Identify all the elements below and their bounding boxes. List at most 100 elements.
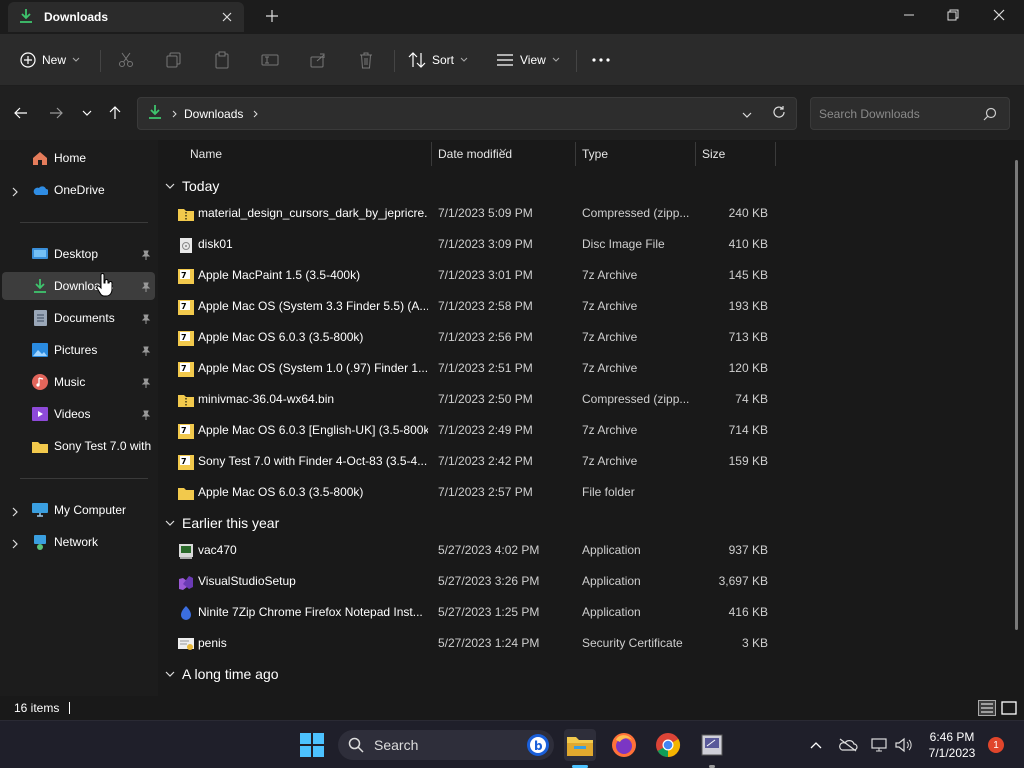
table-row[interactable]: 7 Sony Test 7.0 with Finder 4-Oct-83 (3.…: [160, 447, 780, 478]
start-button[interactable]: [296, 729, 328, 761]
7z-archive-icon: 7: [178, 455, 194, 470]
emulator-taskbar-button[interactable]: [696, 729, 728, 761]
more-options-icon[interactable]: [589, 48, 613, 72]
pin-icon: [141, 409, 151, 420]
group-header-a-long-time-ago[interactable]: A long time ago: [164, 662, 279, 686]
column-divider[interactable]: [695, 142, 696, 166]
divider: [394, 50, 395, 72]
new-tab-button[interactable]: [262, 6, 282, 26]
file-size: 193 KB: [728, 299, 768, 313]
network-status-icon[interactable]: [870, 735, 890, 755]
search-icon: [348, 737, 364, 753]
view-button[interactable]: View: [496, 46, 560, 74]
firefox-icon: [612, 733, 636, 757]
address-history-chevron-icon[interactable]: [742, 108, 752, 122]
sidebar-item-label: Sony Test 7.0 with F: [54, 439, 155, 453]
address-bar[interactable]: Downloads: [137, 97, 797, 130]
firefox-taskbar-button[interactable]: [608, 729, 640, 761]
vertical-scrollbar[interactable]: [1015, 160, 1018, 630]
sidebar-item-documents[interactable]: Documents: [2, 304, 155, 332]
new-button[interactable]: New: [20, 46, 80, 74]
close-tab-icon[interactable]: [218, 8, 236, 26]
table-row[interactable]: Apple Mac OS 6.0.3 (3.5-800k) 7/1/2023 2…: [160, 478, 780, 509]
column-label: Name: [190, 147, 223, 161]
sidebar-item-pictures[interactable]: Pictures: [2, 336, 155, 364]
copy-icon[interactable]: [162, 48, 186, 72]
tab-title: Downloads: [44, 10, 109, 24]
table-row[interactable]: 7 Apple Mac OS (System 3.3 Finder 5.5) (…: [160, 292, 780, 323]
group-header-today[interactable]: Today: [164, 174, 219, 198]
expand-chevron-icon[interactable]: [12, 506, 22, 517]
column-divider[interactable]: [775, 142, 776, 166]
bing-icon: b: [526, 733, 550, 760]
group-header-earlier-this-year[interactable]: Earlier this year: [164, 511, 279, 535]
table-row[interactable]: 7 Apple MacPaint 1.5 (3.5-400k) 7/1/2023…: [160, 261, 780, 292]
column-header-size[interactable]: Size: [702, 140, 725, 168]
forward-button[interactable]: [45, 102, 67, 124]
file-size: 159 KB: [728, 454, 768, 468]
column-divider[interactable]: [575, 142, 576, 166]
breadcrumb-chevron-icon[interactable]: [172, 107, 178, 121]
up-button[interactable]: [104, 102, 126, 124]
table-row[interactable]: 7 Apple Mac OS 6.0.3 [English-UK] (3.5-8…: [160, 416, 780, 447]
table-row[interactable]: penis 5/27/2023 1:24 PM Security Certifi…: [160, 629, 780, 660]
onedrive-offline-icon[interactable]: [838, 735, 858, 755]
paste-icon[interactable]: [210, 48, 234, 72]
back-button[interactable]: [10, 102, 32, 124]
sidebar-item-label: Home: [54, 151, 87, 165]
rename-icon[interactable]: [258, 48, 282, 72]
svg-text:7: 7: [181, 302, 187, 311]
file-type: 7z Archive: [582, 268, 638, 282]
recent-locations-button[interactable]: [76, 102, 98, 124]
expand-chevron-icon[interactable]: [12, 538, 22, 549]
table-row[interactable]: material_design_cursors_dark_by_jepricre…: [160, 199, 780, 230]
table-row[interactable]: VisualStudioSetup 5/27/2023 3:26 PM Appl…: [160, 567, 780, 598]
sidebar-item-home[interactable]: Home: [2, 144, 155, 172]
taskbar-search[interactable]: Search b: [338, 730, 554, 760]
share-icon[interactable]: [306, 48, 330, 72]
sidebar-item-desktop[interactable]: Desktop: [2, 240, 155, 268]
table-row[interactable]: 7 Apple Mac OS (System 1.0 (.97) Finder …: [160, 354, 780, 385]
tiles-view-icon[interactable]: [1000, 700, 1018, 716]
file-explorer-taskbar-button[interactable]: [564, 729, 596, 761]
sidebar-item-music[interactable]: Music: [2, 368, 155, 396]
chrome-taskbar-button[interactable]: [652, 729, 684, 761]
notification-badge[interactable]: 1: [988, 737, 1004, 753]
sidebar-item-sony-test[interactable]: Sony Test 7.0 with F: [2, 432, 155, 460]
breadcrumb-chevron-icon[interactable]: [253, 107, 259, 121]
cut-icon[interactable]: [114, 48, 138, 72]
pictures-icon: [32, 342, 48, 358]
file-size: 416 KB: [728, 605, 768, 619]
table-row[interactable]: vac470 5/27/2023 4:02 PM Application 937…: [160, 536, 780, 567]
clock[interactable]: 6:46 PM 7/1/2023: [920, 729, 984, 761]
sort-button[interactable]: Sort: [408, 46, 468, 74]
taskbar: Search b 6:46 PM 7/1/2023 1: [0, 720, 1024, 768]
table-row[interactable]: 7 Apple Mac OS 6.0.3 (3.5-800k) 7/1/2023…: [160, 323, 780, 354]
search-box[interactable]: [810, 97, 1010, 130]
column-header-name[interactable]: Name: [190, 140, 222, 168]
details-view-icon[interactable]: [978, 700, 996, 716]
column-divider[interactable]: [431, 142, 432, 166]
close-window-button[interactable]: [976, 0, 1022, 30]
column-header-type[interactable]: Type: [582, 140, 608, 168]
sidebar-item-network[interactable]: Network: [2, 528, 155, 556]
expand-chevron-icon[interactable]: [12, 186, 22, 197]
tab-downloads[interactable]: Downloads: [8, 2, 244, 32]
sidebar-item-downloads[interactable]: Downloads: [2, 272, 155, 300]
maximize-button[interactable]: [930, 0, 976, 30]
refresh-icon[interactable]: [772, 105, 786, 122]
sidebar-item-onedrive[interactable]: OneDrive: [2, 176, 155, 204]
sidebar-item-my-computer[interactable]: My Computer: [2, 496, 155, 524]
volume-icon[interactable]: [894, 735, 914, 755]
show-hidden-icons-chevron-icon[interactable]: [806, 735, 826, 755]
file-size: 410 KB: [728, 237, 768, 251]
search-input[interactable]: [819, 106, 979, 121]
table-row[interactable]: disk01 7/1/2023 3:09 PM Disc Image File …: [160, 230, 780, 261]
pin-icon: [141, 249, 151, 260]
breadcrumb-downloads[interactable]: Downloads: [184, 107, 243, 121]
minimize-button[interactable]: [886, 0, 932, 30]
sidebar-item-videos[interactable]: Videos: [2, 400, 155, 428]
table-row[interactable]: Ninite 7Zip Chrome Firefox Notepad Inst.…: [160, 598, 780, 629]
table-row[interactable]: minivmac-36.04-wx64.bin 7/1/2023 2:50 PM…: [160, 385, 780, 416]
delete-icon[interactable]: [354, 48, 378, 72]
